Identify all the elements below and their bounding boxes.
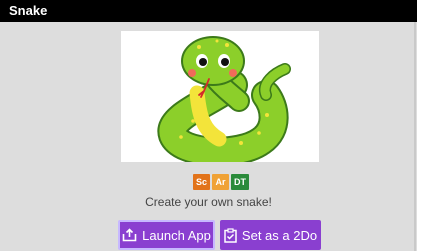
- tag-design-technology: DT: [231, 174, 250, 190]
- launch-app-button[interactable]: Launch App: [118, 220, 215, 250]
- snake-illustration: [157, 36, 291, 162]
- title-bar: Snake: [0, 0, 417, 22]
- launch-app-label: Launch App: [142, 227, 211, 243]
- window-title: Snake: [9, 3, 48, 18]
- tag-art: Ar: [212, 174, 230, 190]
- upload-icon: [122, 228, 137, 242]
- tag-science: Sc: [193, 174, 211, 190]
- window-edge: [417, 0, 422, 251]
- app-image: [121, 31, 319, 162]
- set-as-2do-button[interactable]: Set as a 2Do: [220, 220, 321, 250]
- set-as-2do-label: Set as a 2Do: [241, 227, 318, 243]
- scrollbar-track[interactable]: [414, 22, 416, 251]
- subject-tags: Sc Ar DT: [193, 174, 250, 190]
- app-description: Create your own snake!: [145, 195, 272, 209]
- clipboard-check-icon: [224, 227, 237, 243]
